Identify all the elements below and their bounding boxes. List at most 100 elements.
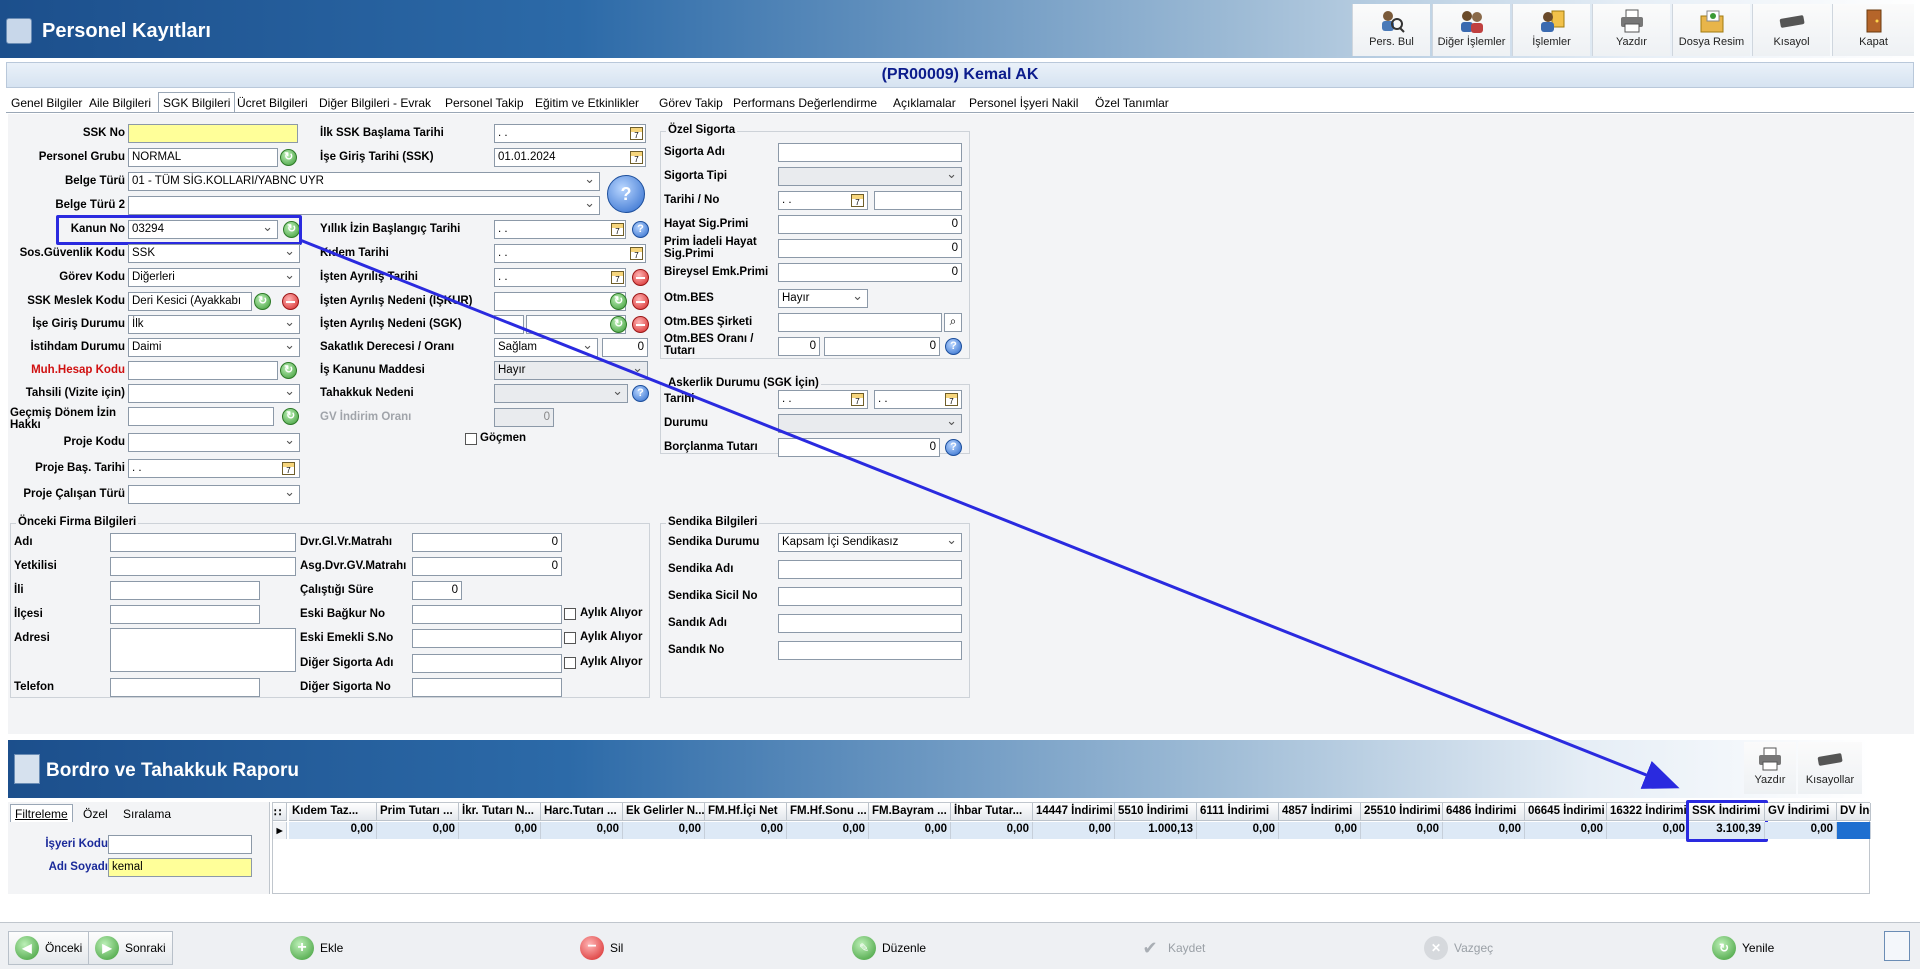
tab-diger-bilgileri[interactable]: Diğer Bilgileri - Evrak — [314, 92, 436, 112]
ayrilis-iskur-clear-icon[interactable] — [632, 293, 649, 310]
ayrilis-iskur-input[interactable] — [494, 292, 626, 311]
tab-genel-bilgiler[interactable]: Genel Bilgiler — [6, 92, 87, 112]
belge-turu-2-select[interactable] — [128, 196, 600, 215]
ekle-button[interactable]: + Ekle — [290, 931, 343, 965]
calendar-icon[interactable]: 7 — [851, 194, 864, 207]
sigorta-adi-input[interactable] — [778, 143, 962, 162]
grid-cell[interactable]: 0,00 — [1279, 822, 1361, 839]
grid-column-header[interactable]: GV İndirimi — [1765, 803, 1837, 821]
proje-calisan-select[interactable] — [128, 485, 300, 504]
diger-sigorta-no-input[interactable] — [412, 678, 562, 697]
aylik-aliyor-checkbox[interactable] — [564, 608, 576, 620]
diger-sigorta-adi-input[interactable] — [412, 654, 562, 673]
sendika-adi-input[interactable] — [778, 560, 962, 579]
isyeri-kodu-input[interactable] — [108, 835, 252, 854]
grid-column-header[interactable]: Ek Gelirler N... — [623, 803, 705, 821]
grid-column-header[interactable]: İkr. Tutarı N... — [459, 803, 541, 821]
proje-bas-input[interactable]: . . — [128, 459, 300, 478]
grid-column-header[interactable]: DV İnd — [1837, 803, 1871, 821]
grid-cell[interactable]: 0,00 — [1361, 822, 1443, 839]
isten-ayrilis-clear-icon[interactable] — [632, 269, 649, 286]
yillik-izin-help-icon[interactable]: ? — [632, 221, 649, 238]
aylik-aliyor-checkbox[interactable] — [564, 657, 576, 669]
otm-bes-sirketi-input[interactable] — [778, 313, 942, 332]
personel-grubu-refresh-icon[interactable] — [280, 149, 297, 166]
ise-giris-durumu-select[interactable]: İlk — [128, 315, 300, 334]
grid-cell[interactable]: 0,00 — [1607, 822, 1689, 839]
asg-dvr-input[interactable]: 0 — [412, 557, 562, 576]
duzenle-button[interactable]: ✎ Düzenle — [852, 931, 926, 965]
grid-column-header[interactable]: 4857 İndirimi — [1279, 803, 1361, 821]
calistigi-input[interactable]: 0 — [412, 581, 462, 600]
onceki-ilcesi-input[interactable] — [110, 605, 260, 624]
sakatlik-oran-input[interactable]: 0 — [602, 338, 648, 357]
grid-cell[interactable]: 0,00 — [705, 822, 787, 839]
grid-column-header[interactable]: 25510 İndirimi — [1361, 803, 1443, 821]
otm-bes-oran-input[interactable]: 0 — [778, 337, 820, 356]
report-yazdir-button[interactable]: Yazdır — [1744, 742, 1796, 794]
help-icon[interactable]: ? — [607, 175, 645, 213]
istihdam-select[interactable]: Daimi — [128, 338, 300, 357]
calendar-icon[interactable]: 7 — [630, 151, 643, 164]
calendar-icon[interactable]: 7 — [630, 247, 643, 260]
eski-emekli-input[interactable] — [412, 629, 562, 648]
tab-ozel-tanimlar[interactable]: Özel Tanımlar — [1090, 92, 1174, 112]
calendar-icon[interactable]: 7 — [282, 462, 295, 475]
is-kanunu-select[interactable]: Hayır — [494, 361, 648, 380]
gecmis-donem-input[interactable] — [128, 407, 274, 426]
grid-column-header[interactable]: Kıdem Taz... — [289, 803, 377, 821]
no-input[interactable] — [874, 191, 962, 210]
ayrilis-sgk-clear-icon[interactable] — [632, 316, 649, 333]
grid-column-header[interactable]: 16322 İndirimi — [1607, 803, 1689, 821]
sigorta-tipi-select[interactable] — [778, 167, 962, 186]
muh-hesap-input[interactable] — [128, 361, 278, 380]
grid-column-header[interactable]: FM.Bayram ... — [869, 803, 951, 821]
tab-aile-bilgileri[interactable]: Aile Bilgileri — [84, 92, 156, 112]
sonraki-button[interactable]: ▶ Sonraki — [88, 931, 173, 965]
ssk-meslek-input[interactable]: Deri Kesici (Ayakkabı — [128, 292, 252, 311]
ayrilis-iskur-refresh-icon[interactable] — [610, 293, 627, 310]
otm-bes-select[interactable]: Hayır — [778, 289, 868, 308]
tab-isyeri-nakil[interactable]: Personel İşyeri Nakil — [964, 92, 1083, 112]
onceki-yetkili-input[interactable] — [110, 557, 296, 576]
prim-iadeli-input[interactable]: 0 — [778, 239, 962, 258]
tab-filtreleme[interactable]: Filtreleme — [10, 804, 73, 822]
onceki-telefon-input[interactable] — [110, 678, 260, 697]
borclanma-help-icon[interactable]: ? — [945, 439, 962, 456]
otm-bes-help-icon[interactable]: ? — [945, 338, 962, 355]
yazdir-button[interactable]: Yazdır — [1592, 4, 1670, 56]
yillik-izin-input[interactable]: . . — [494, 220, 626, 239]
ayrilis-sgk-refresh-icon[interactable] — [610, 316, 627, 333]
grid-cell[interactable] — [1837, 822, 1871, 839]
onceki-adi-input[interactable] — [110, 533, 296, 552]
askerlik-durumu-select[interactable] — [778, 414, 962, 433]
diger-islemler-button[interactable]: Diğer İşlemler — [1432, 4, 1510, 56]
aylik-aliyor-checkbox[interactable] — [564, 632, 576, 644]
grid-cell[interactable]: 0,00 — [377, 822, 459, 839]
grid-column-header[interactable]: FM.Hf.Sonu ... — [787, 803, 869, 821]
sos-guvenlik-select[interactable]: SSK — [128, 244, 300, 263]
grid-column-header[interactable]: 5510 İndirimi — [1115, 803, 1197, 821]
sandik-adi-input[interactable] — [778, 614, 962, 633]
grid-cell[interactable]: 0,00 — [289, 822, 377, 839]
sil-button[interactable]: − Sil — [580, 931, 623, 965]
isten-ayrilis-input[interactable]: . . — [494, 268, 626, 287]
onceki-ili-input[interactable] — [110, 581, 260, 600]
sandik-no-input[interactable] — [778, 641, 962, 660]
kapat-button[interactable]: Kapat — [1832, 4, 1914, 56]
grid-cell[interactable]: 0,00 — [623, 822, 705, 839]
sakatlik-select[interactable]: Sağlam — [494, 338, 598, 357]
tab-personel-takip[interactable]: Personel Takip — [440, 92, 529, 112]
ise-giris-input[interactable]: 01.01.2024 — [494, 148, 646, 167]
calendar-icon[interactable]: 7 — [630, 127, 643, 140]
tab-ucret-bilgileri[interactable]: Ücret Bilgileri — [232, 92, 313, 112]
onceki-button[interactable]: ◀ Önceki — [8, 931, 90, 965]
belge-turu-select[interactable]: 01 - TÜM SİG.KOLLARI/YABNC UYR — [128, 172, 600, 191]
report-kisayollar-button[interactable]: Kısayollar — [1798, 742, 1862, 794]
tahakkuk-select[interactable] — [494, 384, 628, 403]
proje-kodu-select[interactable] — [128, 433, 300, 452]
vazgec-button[interactable]: ✕ Vazgeç — [1424, 931, 1493, 965]
gocmen-checkbox[interactable] — [465, 433, 477, 445]
kaydet-button[interactable]: ✔ Kaydet — [1138, 931, 1205, 965]
tahakkuk-help-icon[interactable]: ? — [632, 385, 649, 402]
